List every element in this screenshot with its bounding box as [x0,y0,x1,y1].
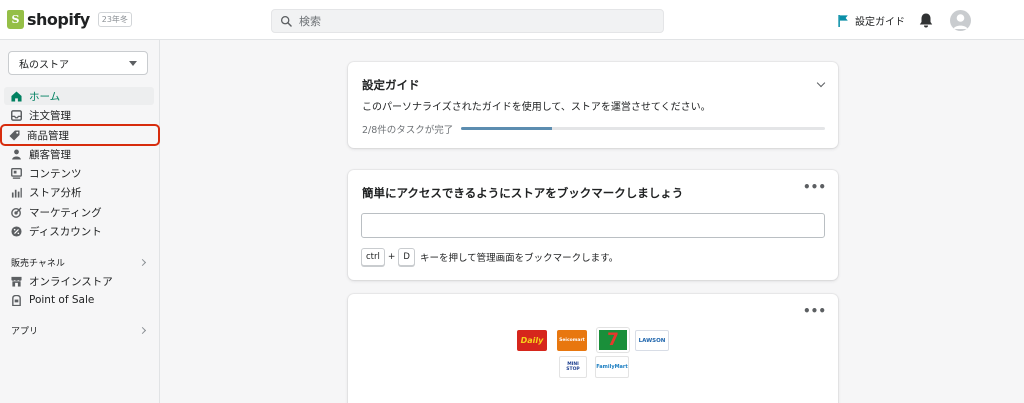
chevron-right-icon [138,326,147,335]
avatar-icon [953,14,968,29]
shortcut-hint: ctrl + D キーを押して管理画面をブックマークします。 [361,248,618,266]
sidebar-item-products[interactable]: 商品管理 [0,124,160,146]
lawson-logo: LAWSON [635,330,669,351]
setup-guide-button[interactable]: 設定ガイド [838,13,905,28]
bar-chart-icon [11,187,22,198]
bookmark-title: 簡単にアクセスできるようにストアをブックマークしましょう [362,186,684,200]
more-options-icon[interactable]: ••• [803,304,826,318]
sidebar-item-point-of-sale[interactable]: Point of Sale [4,291,154,309]
discount-icon [11,225,22,237]
setup-guide-title: 設定ガイド [362,78,420,92]
store-selector[interactable]: 私のストア [8,51,148,75]
sidebar-item-customers[interactable]: 顧客管理 [4,145,154,163]
search-bar[interactable] [271,9,664,33]
more-options-icon[interactable]: ••• [803,180,826,194]
pos-icon [12,294,21,306]
d-key: D [398,248,415,266]
shopify-bag-icon [7,10,24,29]
setup-guide-label: 設定ガイド [855,17,905,28]
app-name: shopify [27,10,90,29]
edition-badge: 23年冬 [97,12,132,27]
sidebar-item-content[interactable]: コンテンツ [4,164,154,182]
plus-sign: + [387,252,396,262]
ministop-logo: MINI STOP [559,356,587,378]
sidebar-item-online-store[interactable]: オンラインストア [4,272,154,290]
progress-bar-fill [461,127,552,130]
setup-guide-card: 設定ガイド このパーソナライズされたガイドを使用して、ストアを運営させてください… [348,62,838,148]
person-icon [12,149,21,160]
chevron-down-icon[interactable] [816,78,826,88]
caret-down-icon [129,60,137,66]
sales-channels-header[interactable]: 販売チャネル [11,256,147,269]
flag-icon [838,14,848,27]
sidebar-item-orders[interactable]: 注文管理 [4,106,154,124]
store-icon [11,276,22,287]
setup-guide-description: このパーソナライズされたガイドを使用して、ストアを運営させてください。 [362,102,711,113]
apps-header[interactable]: アプリ [11,324,147,337]
daily-yamazaki-logo: Daily [517,330,547,351]
bookmark-card: 簡単にアクセスできるようにストアをブックマークしましょう ••• ctrl + … [348,170,838,280]
store-selector-label: 私のストア [19,59,69,71]
progress-label: 2/8件のタスクが完了 [362,125,454,136]
home-icon [11,90,22,102]
chevron-right-icon [138,258,147,267]
ctrl-key: ctrl [361,248,385,266]
inbox-icon [11,109,22,121]
seicomart-logo: Seicomart [557,330,587,351]
target-icon [11,206,22,218]
search-icon [280,15,292,27]
convenience-store-card: ••• Daily Seicomart 7 LAWSON MINI STOP F… [348,294,838,403]
shopify-logo[interactable]: shopify 23年冬 [7,10,132,29]
progress-bar [461,127,825,130]
seven-eleven-logo: 7 [597,328,629,352]
bookmark-input[interactable] [361,213,825,238]
tag-icon [9,129,20,141]
search-input[interactable] [299,14,639,28]
sidebar-item-home[interactable]: ホーム [4,87,154,105]
top-bar: shopify 23年冬 設定ガイド [0,0,1024,40]
content-icon [11,167,22,179]
sidebar-item-marketing[interactable]: マーケティング [4,203,154,221]
familymart-logo: FamilyMart [595,356,629,378]
sidebar-item-discounts[interactable]: ディスカウント [4,222,154,240]
sidebar: 私のストア ホーム 注文管理 商品管理 顧客管理 コンテンツ ストア分析 マーケ… [0,40,160,403]
user-avatar[interactable] [950,10,971,31]
sidebar-item-analytics[interactable]: ストア分析 [4,183,154,201]
shortcut-instruction: キーを押して管理画面をブックマークします。 [419,253,619,264]
bell-icon[interactable] [919,13,933,28]
